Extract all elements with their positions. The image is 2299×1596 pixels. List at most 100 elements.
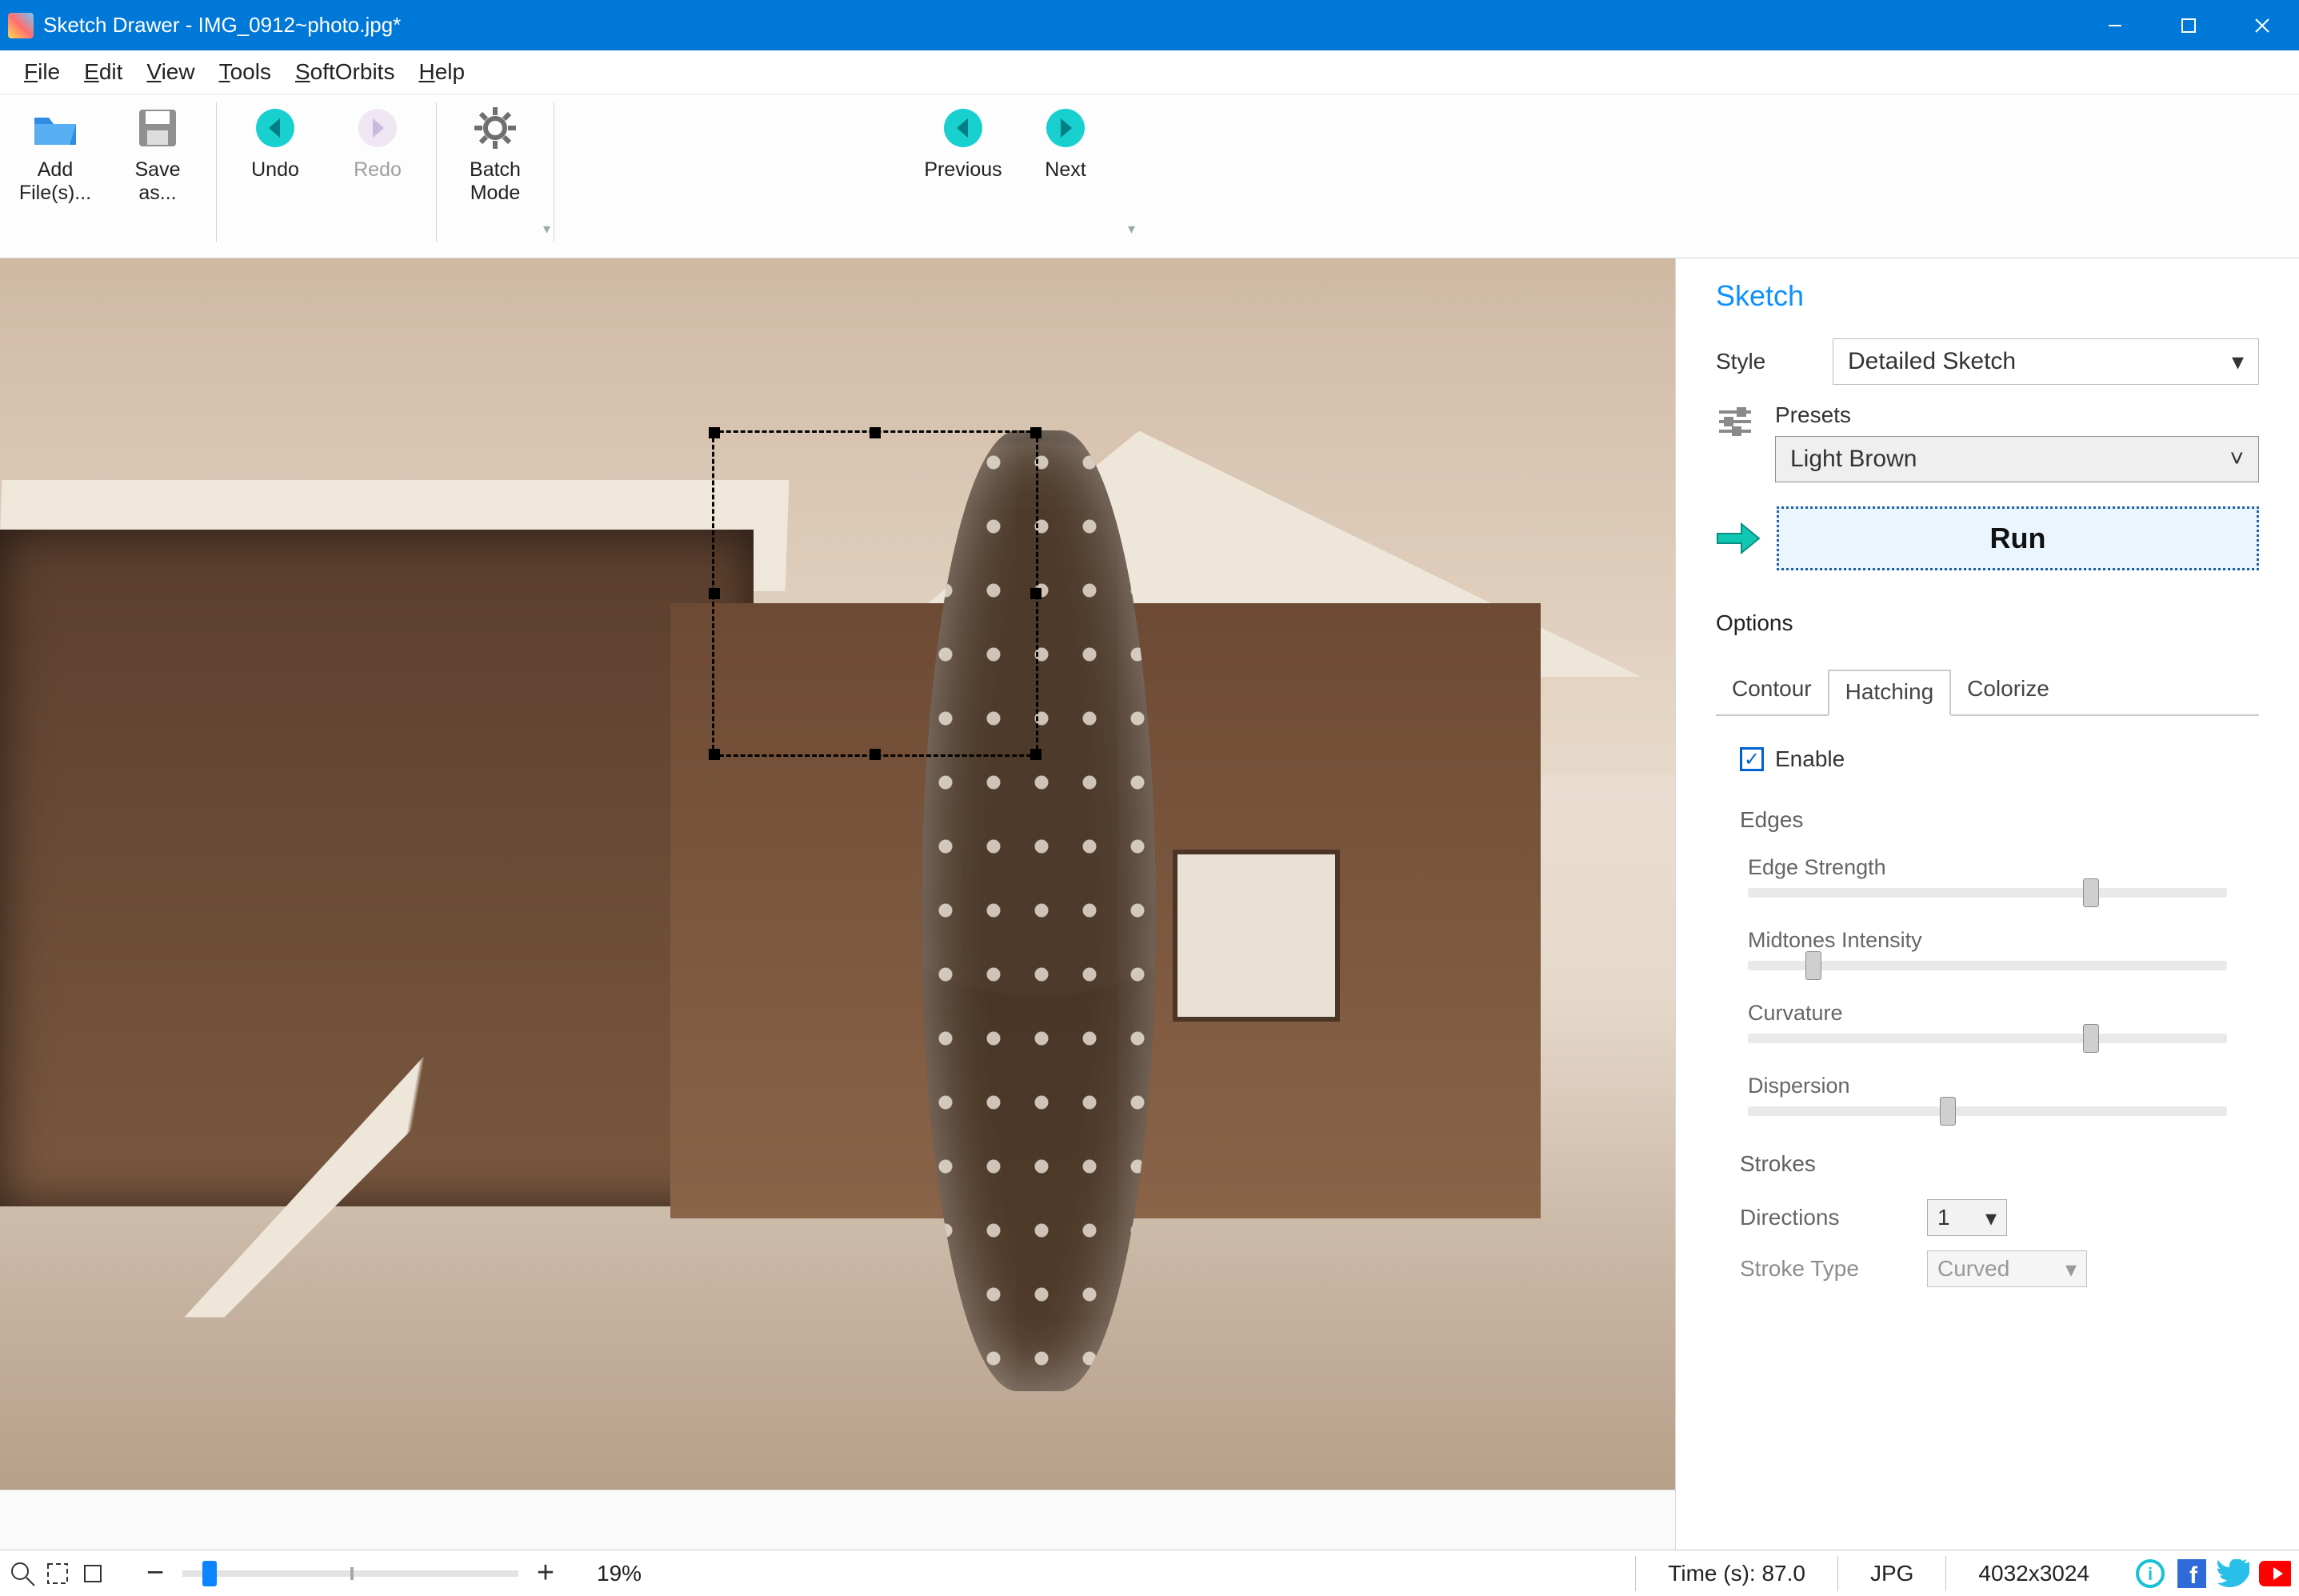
dispersion-slider[interactable] xyxy=(1748,1106,2227,1116)
enable-checkbox[interactable]: ✓ xyxy=(1740,747,1764,771)
stroke-type-label: Stroke Type xyxy=(1740,1256,1908,1282)
menubar: File Edit View Tools SoftOrbits Help xyxy=(0,50,2299,94)
options-heading: Options xyxy=(1716,610,2259,636)
edge-strength-slider[interactable] xyxy=(1748,888,2227,898)
side-panel: Sketch Style Detailed Sketch ▾ Presets L… xyxy=(1675,258,2299,1550)
maximize-button[interactable] xyxy=(2152,0,2225,50)
save-icon xyxy=(132,102,183,154)
batch-mode-button[interactable]: Batch Mode xyxy=(451,102,539,205)
selection-handle[interactable] xyxy=(1030,427,1042,438)
midtones-label: Midtones Intensity xyxy=(1748,928,2259,953)
facebook-icon[interactable]: f xyxy=(2176,1558,2208,1590)
presets-icon[interactable] xyxy=(1716,402,1754,441)
options-tabs: Contour Hatching Colorize xyxy=(1716,668,2259,716)
statusbar: − + 19% Time (s): 87.0 JPG 4032x3024 i f xyxy=(0,1550,2299,1596)
actual-size-icon[interactable] xyxy=(78,1559,107,1588)
previous-label: Previous xyxy=(924,158,1002,182)
selection-handle[interactable] xyxy=(709,749,720,760)
gear-icon xyxy=(470,102,521,154)
add-files-button[interactable]: Add File(s)... xyxy=(11,102,99,205)
menu-help[interactable]: Help xyxy=(418,59,465,85)
next-button[interactable]: Next xyxy=(1022,102,1110,182)
next-icon xyxy=(1040,102,1091,154)
selection-handle[interactable] xyxy=(1030,588,1042,599)
presets-value: Light Brown xyxy=(1790,446,1917,473)
svg-text:f: f xyxy=(2189,1562,2198,1588)
svg-text:i: i xyxy=(2148,1564,2153,1584)
selection-handle[interactable] xyxy=(870,749,881,760)
run-label: Run xyxy=(1990,522,2046,555)
zoom-slider[interactable] xyxy=(182,1570,518,1577)
midtones-slider[interactable] xyxy=(1748,961,2227,970)
run-button[interactable]: Run xyxy=(1777,506,2259,570)
menu-file[interactable]: File xyxy=(24,59,60,85)
redo-button[interactable]: Redo xyxy=(334,102,422,182)
selection-marquee[interactable] xyxy=(712,430,1038,757)
enable-label: Enable xyxy=(1775,746,1845,772)
twitter-icon[interactable] xyxy=(2217,1558,2249,1590)
run-arrow-icon xyxy=(1716,521,1761,556)
status-format: JPG xyxy=(1837,1556,1945,1591)
canvas-area xyxy=(0,258,1675,1550)
menu-tools[interactable]: Tools xyxy=(219,59,271,85)
minimize-button[interactable] xyxy=(2078,0,2152,50)
tab-colorize[interactable]: Colorize xyxy=(1951,668,2065,714)
menu-view[interactable]: View xyxy=(146,59,194,85)
add-files-label: Add File(s)... xyxy=(11,158,99,205)
zoom-in-button[interactable]: + xyxy=(531,1559,560,1588)
zoom-tool-icon[interactable] xyxy=(8,1559,37,1588)
save-as-button[interactable]: Save as... xyxy=(114,102,202,205)
strokes-heading: Strokes xyxy=(1740,1151,2259,1177)
edge-strength-label: Edge Strength xyxy=(1748,855,2259,880)
chevron-down-icon: ▾ xyxy=(1985,1205,1997,1231)
dispersion-label: Dispersion xyxy=(1748,1074,2259,1098)
undo-icon xyxy=(250,102,301,154)
curvature-slider[interactable] xyxy=(1748,1034,2227,1043)
chevron-down-icon: ˅ xyxy=(2229,446,2244,473)
panel-heading: Sketch xyxy=(1716,279,2259,313)
stroke-type-select[interactable]: Curved▾ xyxy=(1927,1250,2087,1287)
undo-label: Undo xyxy=(251,158,299,182)
undo-button[interactable]: Undo xyxy=(231,102,319,182)
selection-handle[interactable] xyxy=(709,427,720,438)
style-label: Style xyxy=(1716,349,1812,374)
status-dimensions: 4032x3024 xyxy=(1945,1556,2121,1591)
chevron-down-icon: ▾ xyxy=(2065,1256,2077,1282)
tab-hatching[interactable]: Hatching xyxy=(1828,670,1952,716)
batch-mode-label: Batch Mode xyxy=(451,158,539,205)
presets-select[interactable]: Light Brown ˅ xyxy=(1775,436,2259,482)
selection-handle[interactable] xyxy=(870,427,881,438)
style-select[interactable]: Detailed Sketch ▾ xyxy=(1833,338,2259,385)
directions-select[interactable]: 1▾ xyxy=(1927,1199,2007,1236)
fit-screen-icon[interactable] xyxy=(43,1559,72,1588)
tab-contour[interactable]: Contour xyxy=(1716,668,1828,714)
edges-heading: Edges xyxy=(1740,807,2259,833)
selection-handle[interactable] xyxy=(709,588,720,599)
close-button[interactable] xyxy=(2225,0,2299,50)
curvature-label: Curvature xyxy=(1748,1001,2259,1026)
presets-label: Presets xyxy=(1775,402,2259,428)
save-as-label: Save as... xyxy=(114,158,202,205)
group-overflow-icon[interactable]: ▾ xyxy=(543,221,550,238)
directions-label: Directions xyxy=(1740,1205,1908,1230)
selection-handle[interactable] xyxy=(1030,749,1042,760)
status-time: Time (s): 87.0 xyxy=(1635,1556,1837,1591)
zoom-out-button[interactable]: − xyxy=(141,1559,170,1588)
titlebar: Sketch Drawer - IMG_0912~photo.jpg* xyxy=(0,0,2299,50)
menu-softorbits[interactable]: SoftOrbits xyxy=(295,59,395,85)
window-title: Sketch Drawer - IMG_0912~photo.jpg* xyxy=(43,13,401,38)
previous-button[interactable]: Previous xyxy=(919,102,1007,182)
style-value: Detailed Sketch xyxy=(1848,348,2016,375)
menu-edit[interactable]: Edit xyxy=(84,59,122,85)
group-overflow-icon-2[interactable]: ▾ xyxy=(1128,221,1135,238)
app-icon xyxy=(8,13,34,38)
youtube-icon[interactable] xyxy=(2259,1558,2291,1590)
zoom-percent: 19% xyxy=(597,1561,642,1586)
redo-icon xyxy=(352,102,403,154)
chevron-down-icon: ▾ xyxy=(2232,348,2244,376)
canvas-viewport[interactable] xyxy=(0,258,1675,1490)
folder-open-icon xyxy=(30,102,81,154)
next-label: Next xyxy=(1045,158,1086,182)
info-icon[interactable]: i xyxy=(2134,1558,2166,1590)
toolbar: Add File(s)... Save as... Undo Redo xyxy=(0,94,2299,258)
